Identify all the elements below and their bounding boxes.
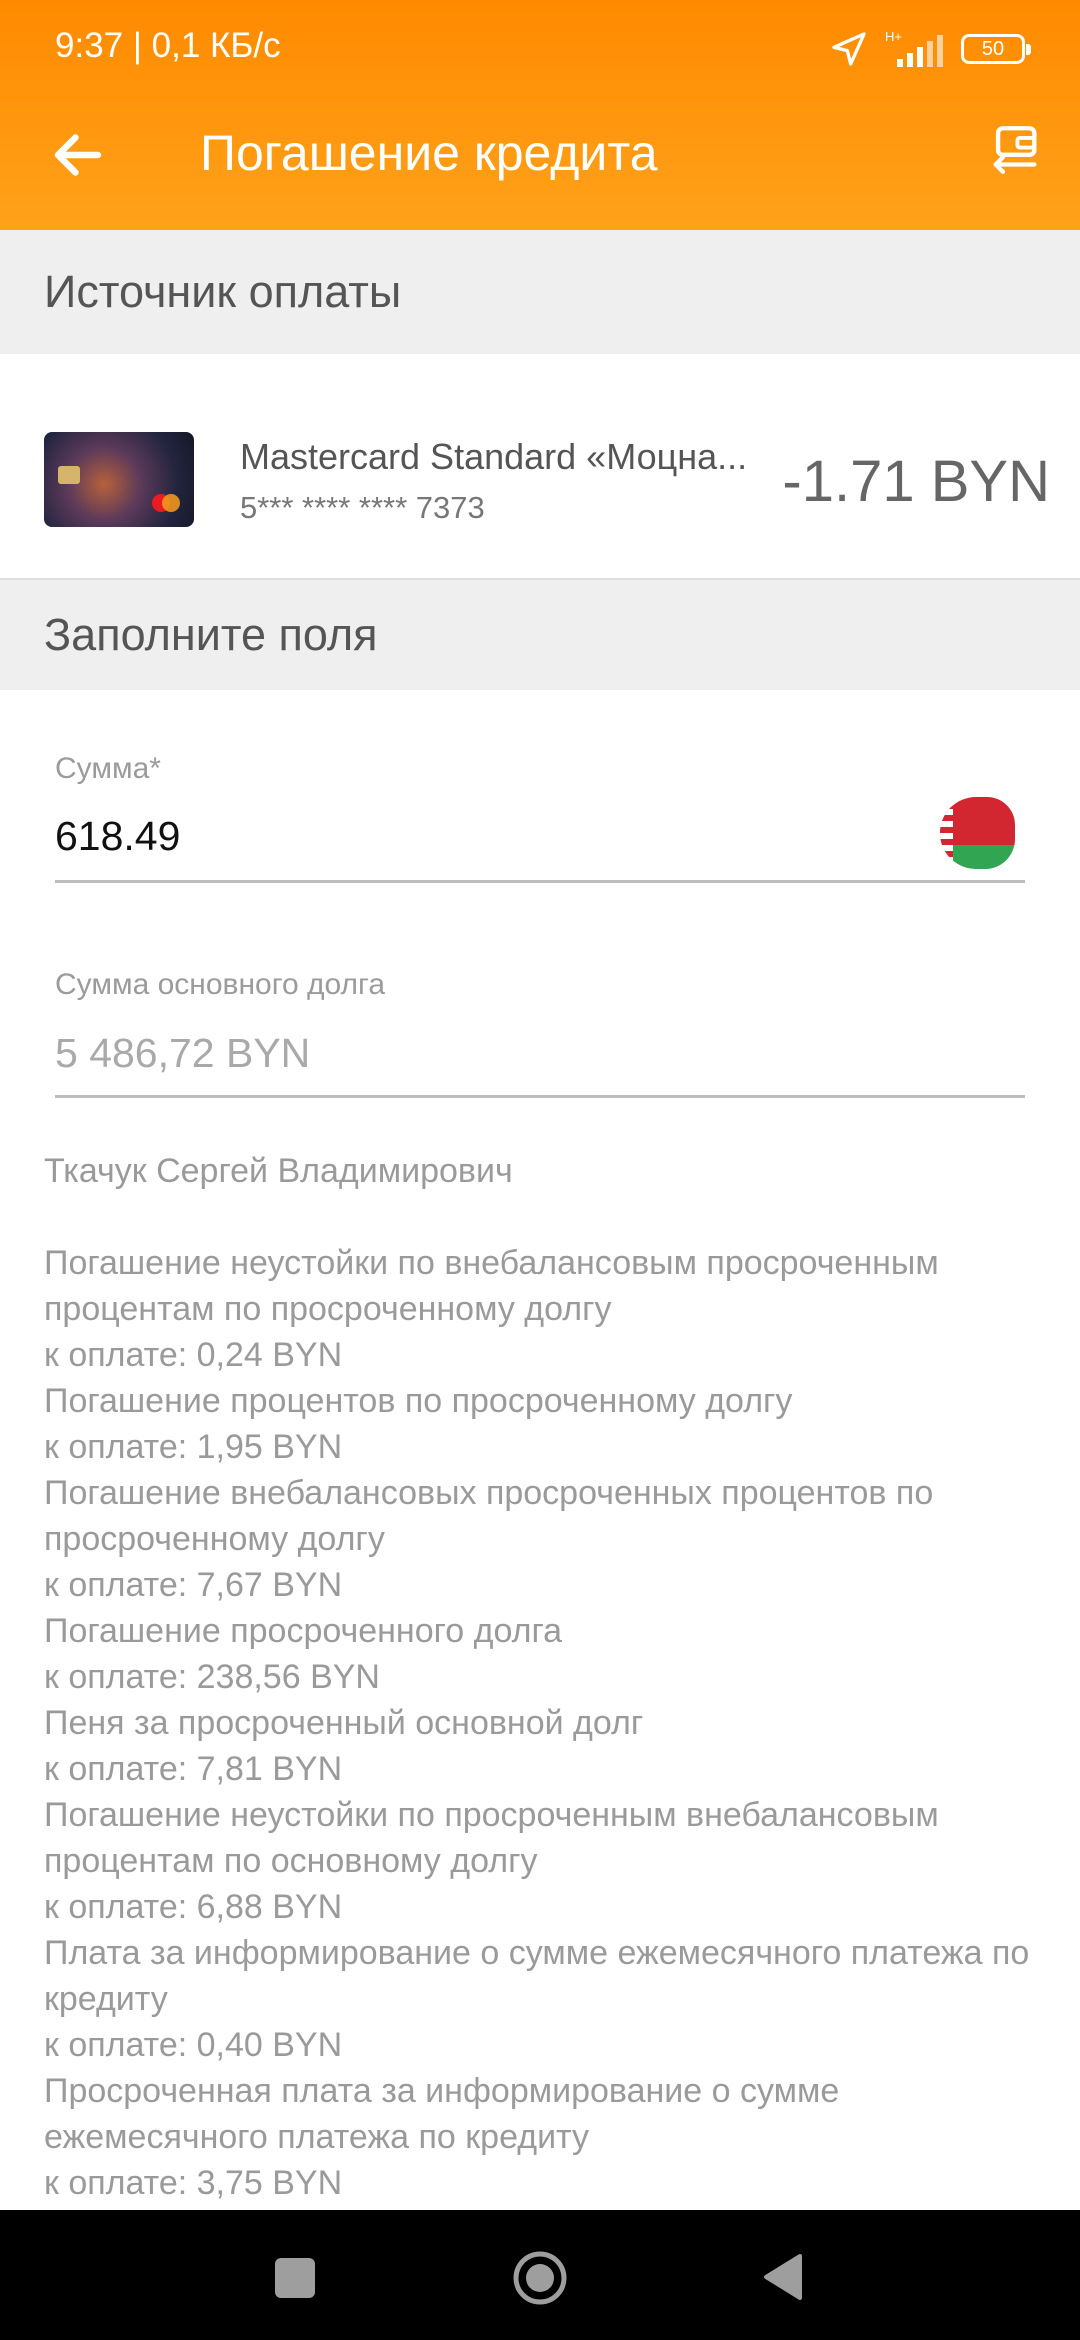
battery-level: 50 [981,37,1005,60]
location-arrow-icon [832,32,866,66]
fields-section-header: Заполните поля [0,580,1080,690]
detail-line: к оплате: 238,56 BYN [44,1658,380,1696]
app-header: 9:37 | 0,1 КБ/с H+ 50 Погашение кредита [0,0,1080,230]
payment-source-header: Источник оплаты [0,230,1080,354]
principal-field: 5 486,72 BYN [55,1030,311,1076]
detail-line: Просроченная плата за информирование о с… [44,2072,840,2156]
card-balance: -1.71 BYN [782,449,1050,514]
card-number: 5*** **** **** 7373 [240,490,485,525]
detail-line: к оплате: 7,81 BYN [44,1750,343,1788]
flag-ornament [940,797,953,869]
card-image [44,432,194,527]
belarus-flag-icon[interactable] [940,797,1015,869]
detail-line: к оплате: 0,40 BYN [44,2026,343,2064]
detail-line: к оплате: 3,75 BYN [44,2164,343,2202]
detail-line: к оплате: 0,24 BYN [44,1336,343,1374]
home-icon[interactable] [512,2250,568,2306]
payment-card-selector[interactable]: Mastercard Standard «Моцна... 5*** **** … [0,354,1080,578]
recents-icon[interactable] [275,2258,315,2298]
back-triangle-icon[interactable] [760,2252,804,2302]
amount-label: Сумма* [55,752,161,785]
network-type: H+ [885,29,902,44]
wallet-transfer-icon[interactable] [986,120,1044,180]
payment-details: Ткачук Сергей Владимирович Погашение неу… [44,1148,1044,2206]
detail-line: к оплате: 7,67 BYN [44,1566,343,1604]
detail-line: к оплате: 1,95 BYN [44,1428,343,1466]
system-nav-bar [0,2210,1080,2340]
account-holder: Ткачук Сергей Владимирович [44,1152,513,1190]
detail-line: Погашение неустойки по просроченным внеб… [44,1796,939,1880]
mastercard-logo-icon-overlap [162,494,180,512]
principal-label: Сумма основного долга [55,968,386,1001]
status-time: 9:37 | 0,1 КБ/с [55,26,281,65]
amount-underline [55,880,1025,883]
card-name: Mastercard Standard «Моцна... [240,436,748,477]
detail-line: Погашение просроченного долга [44,1612,563,1650]
principal-underline [55,1095,1025,1098]
back-arrow-icon[interactable] [48,125,108,185]
amount-input[interactable]: 618.49 [55,813,180,860]
battery-icon: 50 [961,34,1031,64]
detail-line: Погашение процентов по просроченному дол… [44,1382,793,1420]
signal-icon: H+ [885,29,943,67]
detail-line: Пеня за просроченный основной долг [44,1704,644,1742]
detail-line: Погашение неустойки по внебалансовым про… [44,1244,939,1328]
card-chip [58,466,80,484]
status-icons: H+ 50 [829,24,1031,74]
page-title: Погашение кредита [200,125,658,181]
detail-line: к оплате: 6,88 BYN [44,1888,343,1926]
detail-line: Плата за информирование о сумме ежемесяч… [44,1934,1030,2018]
detail-line: Погашение внебалансовых просроченных про… [44,1474,934,1558]
